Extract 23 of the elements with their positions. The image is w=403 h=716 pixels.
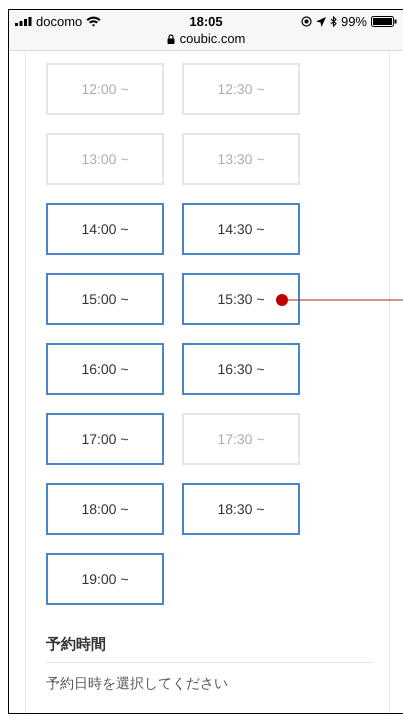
time-slot-button[interactable]: 15:00 ~	[46, 273, 164, 325]
time-slot-button[interactable]: 17:00 ~	[46, 413, 164, 465]
lock-icon	[166, 34, 175, 44]
time-slot-button[interactable]: 15:30 ~	[182, 273, 300, 325]
time-slot-button[interactable]: 18:30 ~	[182, 483, 300, 535]
time-slot-button[interactable]: 16:30 ~	[182, 343, 300, 395]
location-arrow-icon	[316, 16, 326, 26]
instruction-text: 予約日時を選択してください	[46, 675, 229, 693]
section-heading: 予約時間	[46, 635, 373, 663]
time-slot-button[interactable]: 16:00 ~	[46, 343, 164, 395]
signal-icon	[15, 17, 32, 26]
battery-icon	[371, 16, 397, 27]
wifi-icon	[86, 16, 102, 27]
time-slot-button[interactable]: 14:30 ~	[182, 203, 300, 255]
time-slot-button[interactable]: 18:00 ~	[46, 483, 164, 535]
time-slot-button[interactable]: 14:00 ~	[46, 203, 164, 255]
carrier-name: docomo	[36, 14, 82, 29]
bluetooth-icon	[330, 16, 337, 27]
battery-percentage: 99%	[340, 14, 367, 29]
url-address[interactable]: coubic.com	[180, 31, 246, 46]
rotation-lock-icon	[300, 16, 312, 27]
time-slot-button[interactable]: 19:00 ~	[46, 553, 164, 605]
clock-time: 18:05	[189, 14, 223, 29]
